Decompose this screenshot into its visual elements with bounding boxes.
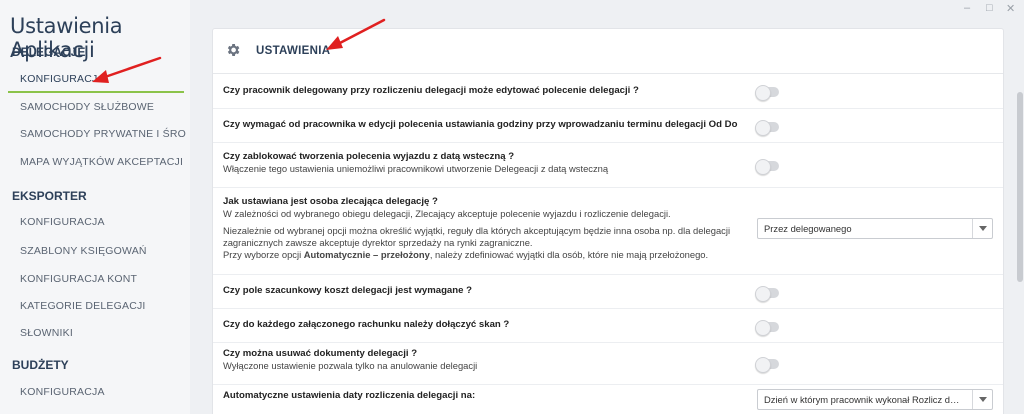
- setting-row: Czy pole szacunkowy koszt delegacji jest…: [213, 275, 1003, 309]
- setting-question: Czy do każdego załączonego rachunku nale…: [223, 319, 510, 330]
- section-heading-eksporter: EKSPORTER: [12, 189, 87, 203]
- sidebar-item-szablony-ksiegowan[interactable]: SZABLONY KSIĘGOWAŃ: [0, 238, 186, 265]
- sidebar-item-budzety-konfiguracja[interactable]: KONFIGURACJA: [0, 379, 186, 406]
- maximize-icon[interactable]: □: [986, 2, 993, 14]
- setting-row: Jak ustawiana jest osoba zlecająca deleg…: [213, 188, 1003, 275]
- setting-question: Czy pole szacunkowy koszt delegacji jest…: [223, 285, 472, 296]
- chevron-down-icon: [972, 390, 992, 409]
- panel-header: USTAWIENIA: [213, 29, 1003, 74]
- setting-row: Czy zablokować tworzenia polecenia wyjaz…: [213, 143, 1003, 188]
- settings-panel: USTAWIENIA Czy pracownik delegowany przy…: [212, 28, 1004, 414]
- minimize-icon[interactable]: –: [964, 2, 970, 14]
- setting-description: Włączenie tego ustawienia uniemożliwi pr…: [223, 163, 609, 174]
- panel-title: USTAWIENIA: [256, 45, 331, 57]
- zlecajacy-select[interactable]: Przez delegowanego: [757, 218, 993, 239]
- setting-question: Jak ustawiana jest osoba zlecająca deleg…: [223, 196, 438, 207]
- sidebar-item-mapa-wyjatkow[interactable]: MAPA WYJĄTKÓW AKCEPTACJI: [0, 149, 186, 176]
- sidebar-item-slowniki[interactable]: SŁOWNIKI: [0, 320, 186, 347]
- setting-question: Automatyczne ustawienia daty rozliczenia…: [223, 390, 476, 401]
- setting-question: Czy pracownik delegowany przy rozliczeni…: [223, 85, 639, 96]
- close-icon[interactable]: ✕: [1006, 2, 1015, 15]
- gear-icon: [227, 44, 240, 56]
- sidebar: Ustawienia Aplikacji DELEGACJE KONFIGURA…: [0, 0, 190, 414]
- setting-toggle[interactable]: [755, 357, 779, 373]
- sidebar-item-delegacje-konfiguracja[interactable]: KONFIGURACJA: [0, 66, 186, 93]
- setting-row: Czy wymagać od pracownika w edycji polec…: [213, 109, 1003, 143]
- setting-note: Niezależnie od wybranej opcji można okre…: [223, 225, 731, 236]
- setting-toggle[interactable]: [755, 120, 779, 136]
- section-heading-delegacje: DELEGACJE: [12, 45, 86, 59]
- sidebar-item-samochody-prywatne[interactable]: SAMOCHODY PRYWATNE I ŚROD...: [0, 121, 186, 148]
- setting-note: Przy wyborze opcji Automatycznie – przeł…: [223, 249, 709, 260]
- setting-row: Automatyczne ustawienia daty rozliczenia…: [213, 385, 1003, 414]
- chevron-down-icon: [972, 219, 992, 238]
- setting-row: Czy do każdego załączonego rachunku nale…: [213, 309, 1003, 343]
- setting-toggle[interactable]: [755, 159, 779, 175]
- setting-row: Czy pracownik delegowany przy rozliczeni…: [213, 75, 1003, 109]
- setting-toggle[interactable]: [755, 85, 779, 101]
- setting-toggle[interactable]: [755, 320, 779, 336]
- scroll-thumb[interactable]: [1017, 92, 1023, 282]
- setting-toggle[interactable]: [755, 286, 779, 302]
- select-value: Dzień w którym pracownik wykonał Rozlicz…: [764, 394, 964, 405]
- select-value: Przez delegowanego: [764, 223, 852, 234]
- setting-row: Czy można usuwać dokumenty delegacji ? W…: [213, 343, 1003, 385]
- setting-note: zagranicznych zawsze akceptuje dyrektor …: [223, 237, 533, 248]
- setting-description: Wyłączone ustawienie pozwala tylko na an…: [223, 360, 478, 371]
- sidebar-item-konfiguracja-kont[interactable]: KONFIGURACJA KONT: [0, 266, 186, 293]
- setting-question: Czy można usuwać dokumenty delegacji ?: [223, 348, 418, 359]
- sidebar-item-eksporter-konfiguracja[interactable]: KONFIGURACJA: [0, 209, 186, 236]
- setting-description: W zależności od wybranego obiegu delegac…: [223, 208, 671, 219]
- data-rozliczenia-select[interactable]: Dzień w którym pracownik wykonał Rozlicz…: [757, 389, 993, 410]
- setting-question: Czy zablokować tworzenia polecenia wyjaz…: [223, 151, 515, 162]
- sidebar-item-kategorie-delegacji[interactable]: KATEGORIE DELEGACJI: [0, 293, 186, 320]
- sidebar-item-samochody-sluzbowe[interactable]: SAMOCHODY SŁUŻBOWE: [0, 94, 186, 121]
- setting-question: Czy wymagać od pracownika w edycji polec…: [223, 119, 738, 130]
- scrollbar[interactable]: [1016, 22, 1024, 414]
- section-heading-budzety: BUDŻETY: [12, 358, 69, 372]
